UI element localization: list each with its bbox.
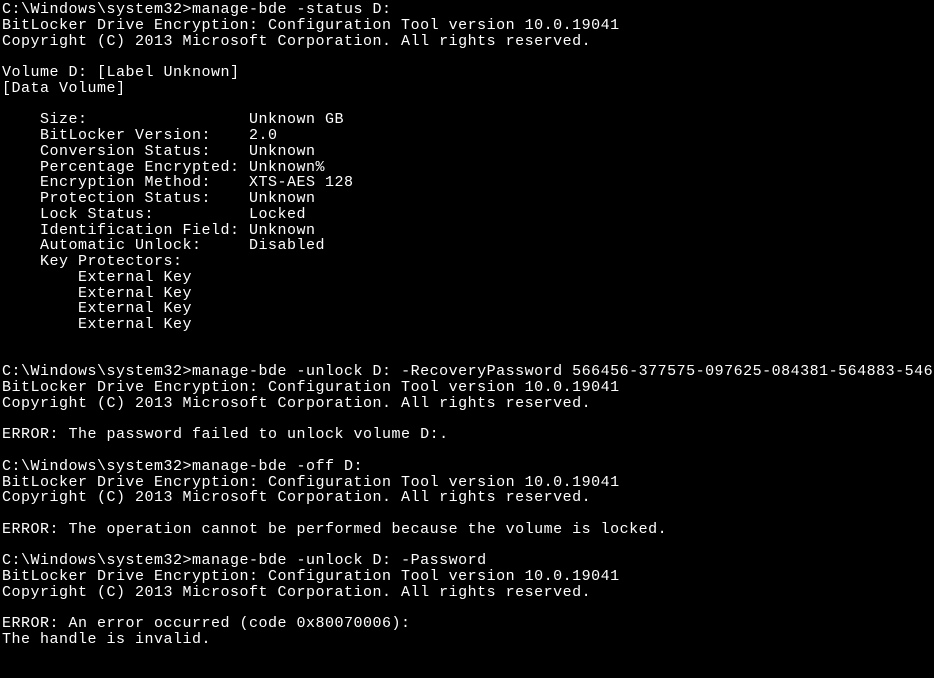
prompt: C:\Windows\system32> [2,1,192,18]
output-header-line: BitLocker Drive Encryption: Configuratio… [2,380,934,396]
status-conversion: Conversion Status: Unknown [2,144,934,160]
status-automatic-unlock: Automatic Unlock: Disabled [2,238,934,254]
status-lock: Lock Status: Locked [2,207,934,223]
error-line: ERROR: The password failed to unlock vol… [2,427,934,443]
status-percentage: Percentage Encrypted: Unknown% [2,160,934,176]
status-encryption-method: Encryption Method: XTS-AES 128 [2,175,934,191]
command-line-3[interactable]: C:\Windows\system32>manage-bde -off D: [2,459,934,475]
output-copyright-line: Copyright (C) 2013 Microsoft Corporation… [2,34,934,50]
blank-line [2,443,934,459]
status-key-protectors: Key Protectors: [2,254,934,270]
command-input: manage-bde -off D: [192,458,363,475]
blank-line [2,412,934,428]
error-line: ERROR: An error occurred (code 0x8007000… [2,616,934,632]
status-identification: Identification Field: Unknown [2,223,934,239]
command-line-2[interactable]: C:\Windows\system32>manage-bde -unlock D… [2,364,934,380]
output-header-line: BitLocker Drive Encryption: Configuratio… [2,475,934,491]
command-input: manage-bde -status D: [192,1,392,18]
status-bitlocker-version: BitLocker Version: 2.0 [2,128,934,144]
output-header-line: BitLocker Drive Encryption: Configuratio… [2,569,934,585]
output-copyright-line: Copyright (C) 2013 Microsoft Corporation… [2,396,934,412]
prompt: C:\Windows\system32> [2,552,192,569]
blank-line [2,333,934,349]
blank-line [2,49,934,65]
error-line: ERROR: The operation cannot be performed… [2,522,934,538]
volume-line: Volume D: [Label Unknown] [2,65,934,81]
blank-line [2,506,934,522]
status-size: Size: Unknown GB [2,112,934,128]
command-input: manage-bde -unlock D: -RecoveryPassword … [192,363,934,380]
key-protector-item: External Key [2,286,934,302]
status-protection: Protection Status: Unknown [2,191,934,207]
output-copyright-line: Copyright (C) 2013 Microsoft Corporation… [2,585,934,601]
blank-line [2,538,934,554]
command-line-4[interactable]: C:\Windows\system32>manage-bde -unlock D… [2,553,934,569]
key-protector-item: External Key [2,301,934,317]
prompt: C:\Windows\system32> [2,363,192,380]
key-protector-item: External Key [2,270,934,286]
output-header-line: BitLocker Drive Encryption: Configuratio… [2,18,934,34]
error-line: The handle is invalid. [2,632,934,648]
volume-type-line: [Data Volume] [2,81,934,97]
blank-line [2,601,934,617]
output-copyright-line: Copyright (C) 2013 Microsoft Corporation… [2,490,934,506]
command-input: manage-bde -unlock D: -Password [192,552,487,569]
command-line-1[interactable]: C:\Windows\system32>manage-bde -status D… [2,2,934,18]
blank-line [2,97,934,113]
key-protector-item: External Key [2,317,934,333]
prompt: C:\Windows\system32> [2,458,192,475]
blank-line [2,349,934,365]
